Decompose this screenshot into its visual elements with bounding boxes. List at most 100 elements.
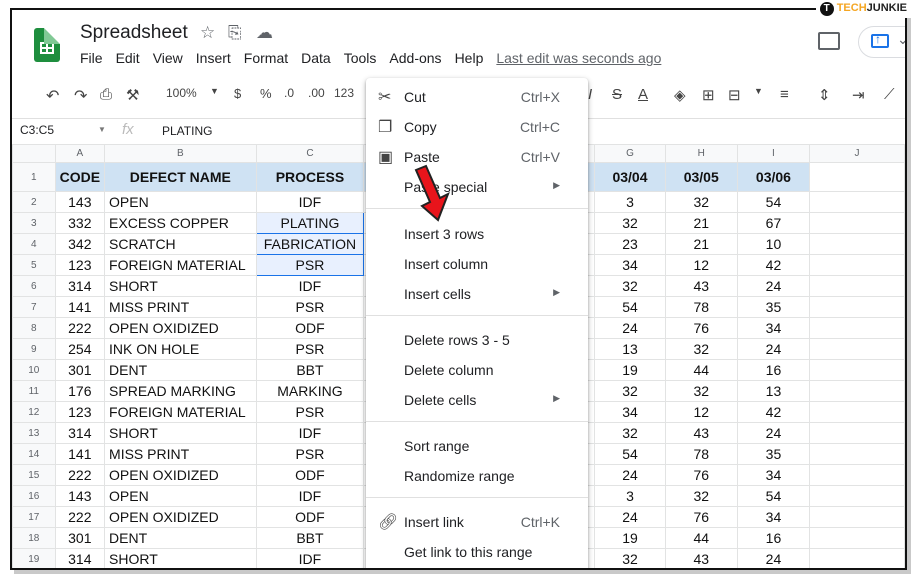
- cell-i[interactable]: 34: [736, 506, 811, 528]
- row-header[interactable]: 19: [12, 548, 56, 568]
- cell-process[interactable]: PSR: [255, 296, 365, 318]
- cell-j[interactable]: [809, 317, 905, 339]
- horizontal-align-icon[interactable]: ≡: [780, 86, 789, 103]
- cell-g[interactable]: 34: [594, 401, 666, 423]
- cell-process[interactable]: ODF: [255, 506, 365, 528]
- cell-process[interactable]: IDF: [255, 422, 365, 444]
- cell-defect[interactable]: SPREAD MARKING: [104, 380, 257, 402]
- cell-defect[interactable]: MISS PRINT: [104, 443, 257, 465]
- cell-i[interactable]: 13: [736, 380, 811, 402]
- cell-j[interactable]: [809, 296, 905, 318]
- header-cell-code[interactable]: CODE: [54, 162, 106, 192]
- cell-i[interactable]: 24: [736, 338, 811, 360]
- paint-format-icon[interactable]: ⚒: [126, 86, 139, 104]
- row-header[interactable]: 6: [12, 275, 56, 297]
- cell-j[interactable]: [809, 233, 905, 255]
- cell-process[interactable]: PSR: [255, 254, 365, 276]
- cell-i[interactable]: 54: [736, 191, 811, 213]
- cell-i[interactable]: 67: [736, 212, 811, 234]
- cell-h[interactable]: 21: [664, 233, 738, 255]
- menu-item-get-link[interactable]: Get link to this range: [366, 539, 588, 565]
- cell-h[interactable]: 43: [664, 275, 738, 297]
- name-box-chevron-down-icon[interactable]: ▼: [98, 125, 106, 134]
- cloud-status-icon[interactable]: ☁: [256, 23, 273, 43]
- cell-h[interactable]: 32: [664, 338, 738, 360]
- menu-item-sort-range[interactable]: Sort range: [366, 433, 588, 459]
- share-button[interactable]: ⌄: [858, 26, 905, 58]
- cell-defect[interactable]: FOREIGN MATERIAL: [104, 401, 257, 423]
- decrease-decimal-button[interactable]: .0: [284, 86, 294, 100]
- cell-h[interactable]: 32: [664, 485, 738, 507]
- cell-g[interactable]: 32: [594, 275, 666, 297]
- menu-item-cut[interactable]: ✂ Cut Ctrl+X: [366, 84, 588, 110]
- menu-item-insert-rows[interactable]: Insert 3 rows: [366, 221, 588, 247]
- cell-j[interactable]: [809, 401, 905, 423]
- cell-h[interactable]: 32: [664, 191, 738, 213]
- menu-help[interactable]: Help: [455, 50, 484, 66]
- column-header-b[interactable]: B: [104, 144, 257, 163]
- menu-addons[interactable]: Add-ons: [389, 50, 441, 66]
- cell-process[interactable]: IDF: [255, 191, 365, 213]
- cell-i[interactable]: 34: [736, 464, 811, 486]
- redo-icon[interactable]: ↷: [74, 86, 87, 106]
- row-header[interactable]: 15: [12, 464, 56, 486]
- menu-edit[interactable]: Edit: [116, 50, 140, 66]
- cell-g[interactable]: 19: [594, 527, 666, 549]
- menu-format[interactable]: Format: [244, 50, 288, 66]
- cell-j[interactable]: [809, 359, 905, 381]
- cell-code[interactable]: 176: [54, 380, 106, 402]
- cell-defect[interactable]: OPEN: [104, 191, 257, 213]
- cell-h[interactable]: 78: [664, 296, 738, 318]
- cell-h[interactable]: 76: [664, 464, 738, 486]
- cell-j[interactable]: [809, 275, 905, 297]
- star-icon[interactable]: ☆: [200, 23, 215, 43]
- cell-i[interactable]: 24: [736, 548, 811, 568]
- cell-code[interactable]: 314: [54, 548, 106, 568]
- cell-process[interactable]: ODF: [255, 464, 365, 486]
- cell-process[interactable]: BBT: [255, 359, 365, 381]
- undo-icon[interactable]: ↶: [46, 86, 59, 106]
- row-header[interactable]: 12: [12, 401, 56, 423]
- cell-code[interactable]: 141: [54, 296, 106, 318]
- cell-process[interactable]: ODF: [255, 317, 365, 339]
- cell-j[interactable]: [809, 254, 905, 276]
- cell-code[interactable]: 301: [54, 527, 106, 549]
- cell-g[interactable]: 54: [594, 296, 666, 318]
- column-header-a[interactable]: A: [54, 144, 106, 163]
- column-header-h[interactable]: H: [664, 144, 738, 163]
- cell-g[interactable]: 3: [594, 485, 666, 507]
- menu-item-insert-column[interactable]: Insert column: [366, 251, 588, 277]
- cell-g[interactable]: 24: [594, 464, 666, 486]
- select-all-corner[interactable]: [12, 144, 56, 163]
- cell-j[interactable]: [809, 548, 905, 568]
- cell-h[interactable]: 76: [664, 317, 738, 339]
- increase-decimal-button[interactable]: .00: [308, 86, 325, 100]
- header-cell-defect[interactable]: DEFECT NAME: [104, 162, 257, 192]
- cell-defect[interactable]: OPEN OXIDIZED: [104, 317, 257, 339]
- cell-g[interactable]: 34: [594, 254, 666, 276]
- cell-i[interactable]: 54: [736, 485, 811, 507]
- row-header[interactable]: 18: [12, 527, 56, 549]
- row-header[interactable]: 8: [12, 317, 56, 339]
- row-header[interactable]: 2: [12, 191, 56, 213]
- cell-process[interactable]: MARKING: [255, 380, 365, 402]
- menu-item-copy[interactable]: ❐ Copy Ctrl+C: [366, 114, 588, 140]
- cell-j[interactable]: [809, 443, 905, 465]
- cell-g[interactable]: 54: [594, 443, 666, 465]
- cell-defect[interactable]: SHORT: [104, 548, 257, 568]
- strikethrough-icon[interactable]: S: [612, 86, 622, 103]
- cell-defect[interactable]: EXCESS COPPER: [104, 212, 257, 234]
- cell-g[interactable]: 13: [594, 338, 666, 360]
- cell-code[interactable]: 314: [54, 275, 106, 297]
- row-header[interactable]: 1: [12, 162, 56, 192]
- cell-code[interactable]: 222: [54, 317, 106, 339]
- cell-defect[interactable]: OPEN OXIDIZED: [104, 506, 257, 528]
- menu-item-paste-special[interactable]: Paste special ▶: [366, 174, 588, 200]
- cell-j[interactable]: [809, 506, 905, 528]
- text-rotation-icon[interactable]: ⟋: [884, 86, 895, 103]
- cell-i[interactable]: 24: [736, 422, 811, 444]
- menu-tools[interactable]: Tools: [344, 50, 377, 66]
- header-cell-g[interactable]: 03/04: [594, 162, 666, 192]
- cell-j[interactable]: [809, 338, 905, 360]
- italic-icon[interactable]: I: [588, 86, 592, 103]
